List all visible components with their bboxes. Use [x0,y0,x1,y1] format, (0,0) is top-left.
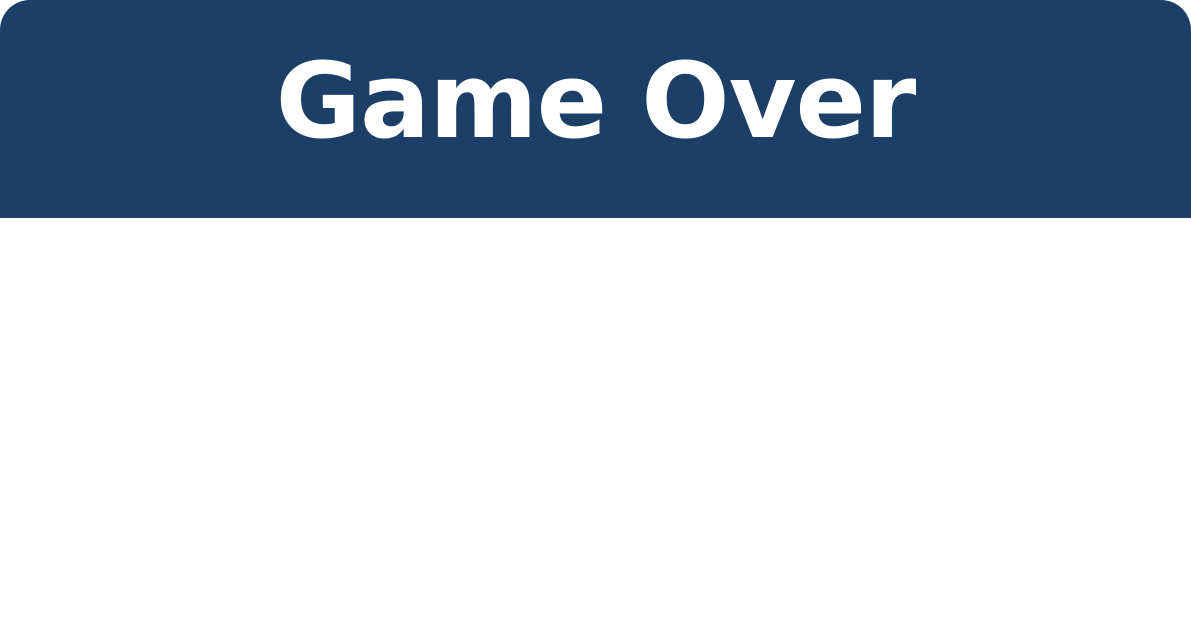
dialog-header: Game Over [0,0,1191,218]
game-over-title: Game Over [275,40,917,162]
game-over-dialog: Game Over [0,0,1191,624]
dialog-body [0,218,1191,624]
